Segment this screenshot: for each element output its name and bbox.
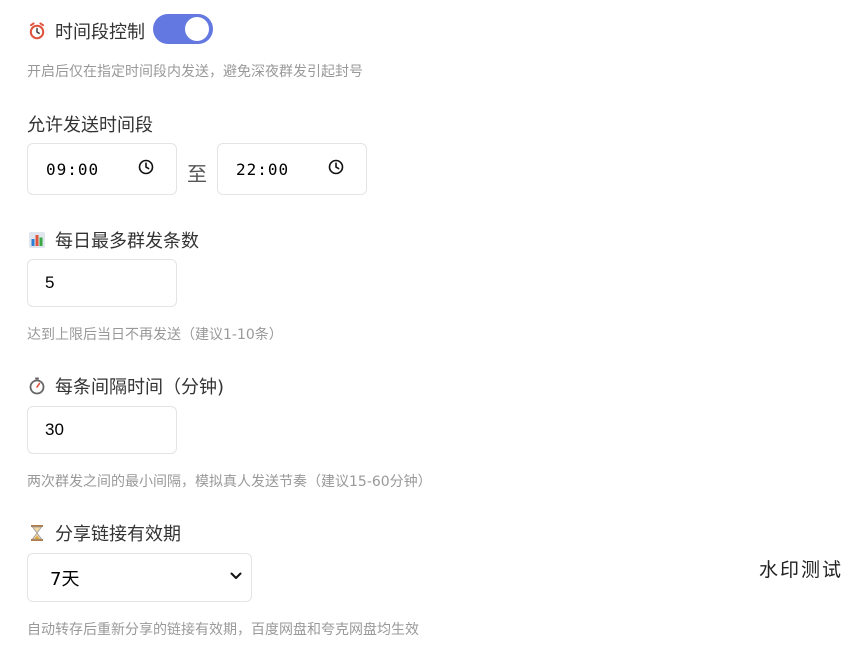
interval-value: 30	[45, 420, 64, 439]
daily-limit-hint: 达到上限后当日不再发送（建议1-10条）	[27, 327, 283, 343]
alarm-clock-icon	[27, 22, 47, 40]
clock-icon[interactable]	[328, 159, 344, 179]
start-time-value: 09:00	[46, 159, 100, 179]
daily-limit-value: 5	[45, 273, 55, 292]
chevron-down-icon[interactable]	[229, 568, 243, 587]
end-time-value: 22:00	[236, 159, 290, 179]
time-range-title: 允许发送时间段	[27, 115, 153, 136]
daily-limit-label: 每日最多群发条数	[27, 227, 199, 253]
start-time-input[interactable]: 09:00	[27, 143, 177, 195]
time-range-separator: 至	[187, 162, 207, 186]
interval-hint: 两次群发之间的最小间隔，模拟真人发送节奏（建议15-60分钟）	[27, 474, 432, 490]
bar-chart-icon	[27, 231, 47, 249]
stopwatch-icon	[27, 377, 47, 395]
toggle-knob	[185, 17, 209, 41]
schedule-toggle[interactable]	[153, 14, 213, 44]
hourglass-icon	[27, 524, 47, 542]
time-range-label: 允许发送时间段	[27, 111, 153, 137]
share-link-selected: 7天	[50, 568, 80, 590]
interval-input[interactable]: 30	[27, 406, 177, 454]
schedule-control-title: 时间段控制	[55, 22, 145, 43]
daily-limit-input[interactable]: 5	[27, 259, 177, 307]
share-link-validity-select[interactable]: 7天	[27, 553, 252, 602]
schedule-hint: 开启后仅在指定时间段内发送，避免深夜群发引起封号	[27, 64, 363, 80]
end-time-input[interactable]: 22:00	[217, 143, 367, 195]
interval-label: 每条间隔时间（分钟)	[27, 373, 224, 399]
schedule-control-label: 时间段控制	[27, 18, 145, 44]
interval-title: 每条间隔时间（分钟)	[55, 377, 225, 398]
daily-limit-title: 每日最多群发条数	[55, 231, 199, 252]
watermark-text: 水印测试	[759, 559, 844, 581]
settings-panel: 时间段控制 开启后仅在指定时间段内发送，避免深夜群发引起封号 允许发送时间段 0…	[0, 0, 867, 668]
share-link-label: 分享链接有效期	[27, 520, 181, 546]
share-link-hint: 自动转存后重新分享的链接有效期，百度网盘和夸克网盘均生效	[27, 622, 419, 638]
share-link-title: 分享链接有效期	[55, 524, 181, 545]
clock-icon[interactable]	[138, 159, 154, 179]
